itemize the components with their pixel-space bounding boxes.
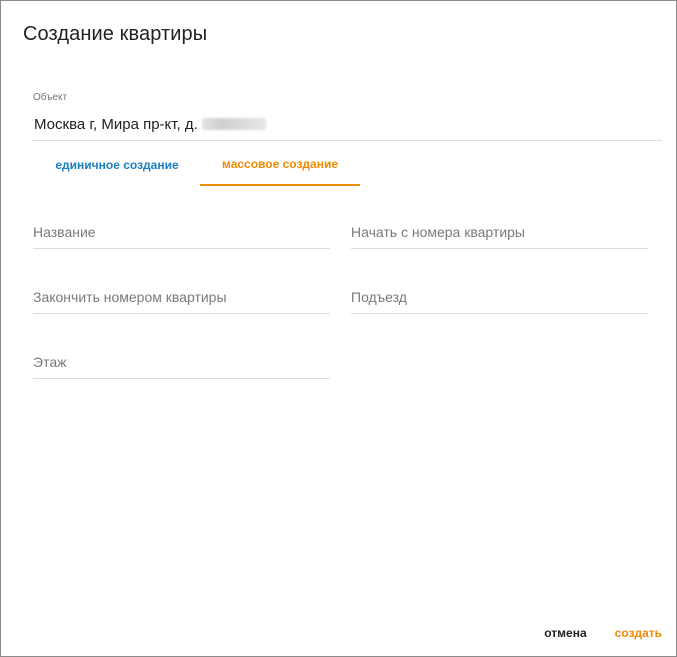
entrance-field-placeholder: Подъезд — [351, 289, 407, 305]
end-number-field[interactable]: Закончить номером квартиры — [33, 279, 330, 314]
object-field-value-container: Москва г, Мира пр-кт, д. — [34, 116, 266, 133]
tab-single-creation[interactable]: единичное создание — [34, 144, 200, 186]
floor-field[interactable]: Этаж — [33, 344, 330, 379]
entrance-field[interactable]: Подъезд — [351, 279, 648, 314]
object-field[interactable]: Объект Москва г, Мира пр-кт, д. — [32, 92, 662, 141]
redacted-address-mask — [201, 118, 266, 130]
name-field[interactable]: Название — [33, 214, 330, 249]
object-field-value: Москва г, Мира пр-кт, д. — [34, 116, 198, 133]
start-number-field[interactable]: Начать с номера квартиры — [351, 214, 648, 249]
creation-mode-tabs: единичное создание массовое создание — [34, 144, 374, 186]
create-button[interactable]: создать — [615, 626, 662, 640]
tab-mass-creation[interactable]: массовое создание — [200, 144, 360, 186]
object-field-label: Объект — [33, 92, 68, 103]
cancel-button[interactable]: отмена — [544, 626, 586, 640]
create-apartment-dialog: Создание квартиры Объект Москва г, Мира … — [0, 0, 677, 657]
floor-field-placeholder: Этаж — [33, 354, 67, 370]
end-number-field-placeholder: Закончить номером квартиры — [33, 289, 227, 305]
dialog-actions: отмена создать — [544, 626, 662, 640]
dialog-title: Создание квартиры — [23, 23, 208, 45]
start-number-field-placeholder: Начать с номера квартиры — [351, 224, 525, 240]
name-field-placeholder: Название — [33, 224, 96, 240]
